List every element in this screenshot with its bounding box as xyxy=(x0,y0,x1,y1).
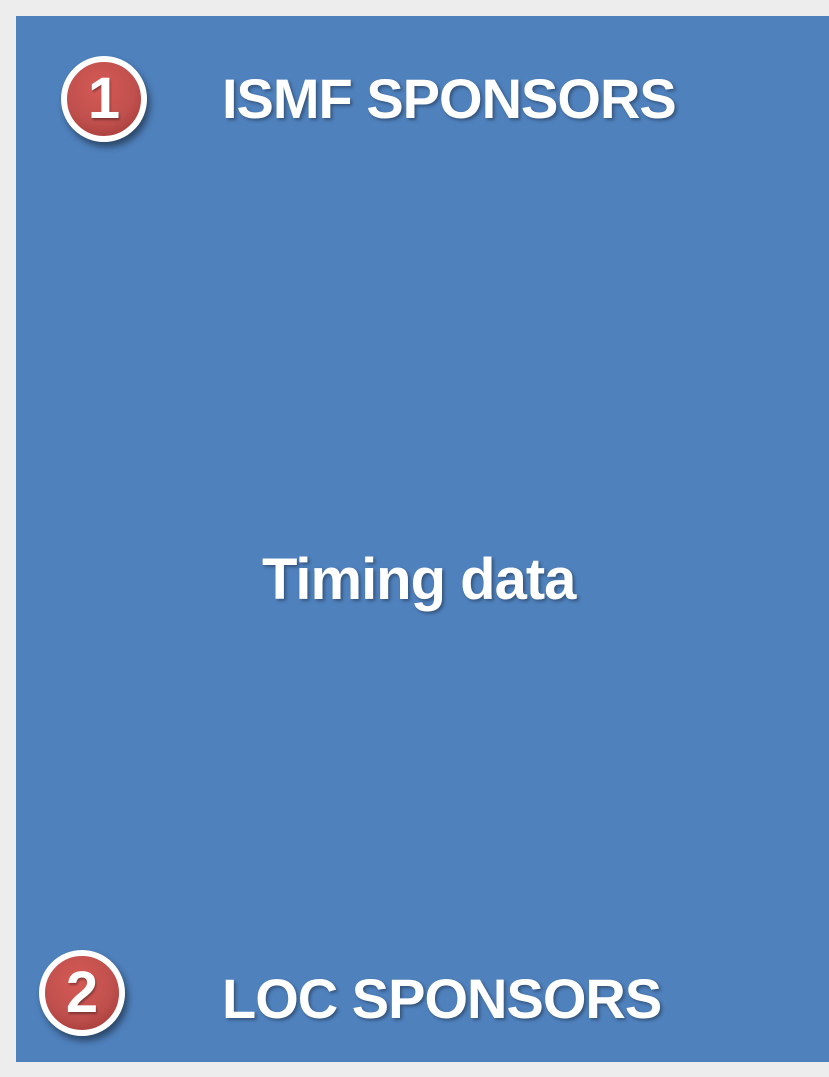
ismf-sponsors-label: ISMF SPONSORS xyxy=(222,67,677,130)
loc-sponsors-label: LOC SPONSORS xyxy=(222,967,662,1030)
badge-number: 1 xyxy=(87,66,121,131)
blue-panel xyxy=(16,16,829,1062)
timing-data-label: Timing data xyxy=(262,547,576,612)
diagram-frame: 1 ISMF SPONSORS Timing data 2 LOC SPONSO… xyxy=(0,0,829,1077)
badge-number: 2 xyxy=(65,960,99,1025)
number-badge-2: 2 xyxy=(39,950,125,1036)
number-badge-1: 1 xyxy=(61,56,147,142)
